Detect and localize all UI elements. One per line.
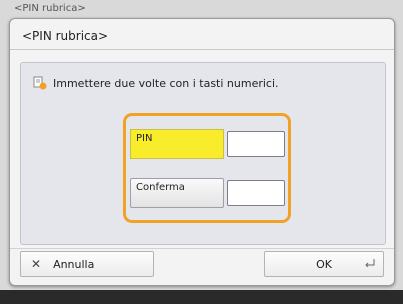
dialog-title: <PIN rubrica> bbox=[22, 29, 109, 43]
background-title: <PIN rubrica> bbox=[14, 3, 86, 14]
ok-button[interactable]: OK bbox=[264, 251, 384, 277]
pin-dialog: <PIN rubrica> Immettere due volte con i … bbox=[9, 18, 395, 286]
pin-input[interactable] bbox=[227, 131, 285, 157]
cancel-button[interactable]: ✕ Annulla bbox=[20, 251, 154, 277]
close-icon: ✕ bbox=[31, 257, 42, 271]
instruction-text: Immettere due volte con i tasti numerici… bbox=[53, 76, 279, 90]
confirm-field-button[interactable]: Conferma bbox=[130, 178, 224, 208]
title-divider bbox=[10, 49, 394, 50]
bottom-bar bbox=[0, 290, 403, 304]
footer-divider bbox=[10, 248, 394, 249]
info-icon bbox=[33, 76, 47, 90]
enter-icon bbox=[365, 257, 375, 270]
content-panel: Immettere due volte con i tasti numerici… bbox=[20, 62, 386, 245]
confirm-input[interactable] bbox=[227, 180, 285, 206]
ok-label: OK bbox=[316, 257, 332, 271]
pin-field-button[interactable]: PIN bbox=[130, 129, 224, 159]
cancel-label: Annulla bbox=[53, 257, 95, 271]
pin-entry-group: PIN Conferma bbox=[123, 113, 291, 223]
instruction-row: Immettere due volte con i tasti numerici… bbox=[33, 75, 279, 91]
